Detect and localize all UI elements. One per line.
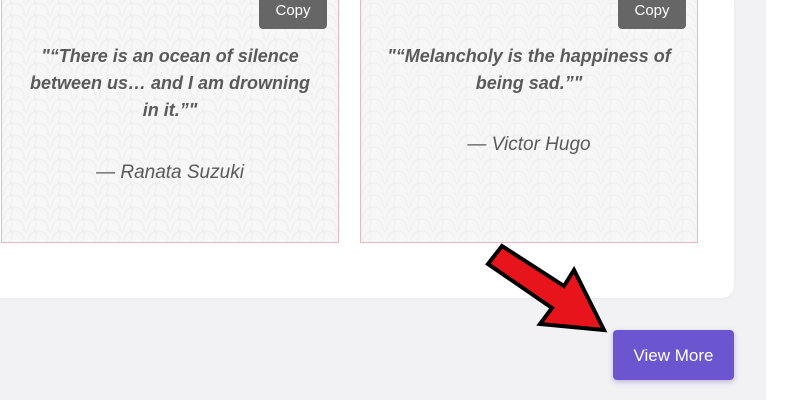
- page: Copy "“There is an ocean of silence betw…: [0, 0, 800, 400]
- quote-card: Copy "“There is an ocean of silence betw…: [1, 0, 339, 243]
- view-more-button[interactable]: View More: [613, 330, 734, 380]
- quote-author: — Ranata Suzuki: [96, 162, 244, 183]
- quotes-panel: Copy "“There is an ocean of silence betw…: [0, 0, 734, 298]
- quote-text: "“There is an ocean of silence between u…: [29, 46, 311, 120]
- scrollbar-track: [766, 0, 800, 400]
- copy-button[interactable]: Copy: [259, 0, 327, 29]
- quote-card: Copy "“Melancholy is the happiness of be…: [360, 0, 698, 243]
- quote-text: "“Melancholy is the happiness of being s…: [387, 46, 671, 93]
- copy-button[interactable]: Copy: [618, 0, 686, 29]
- quote-author: — Victor Hugo: [467, 134, 591, 155]
